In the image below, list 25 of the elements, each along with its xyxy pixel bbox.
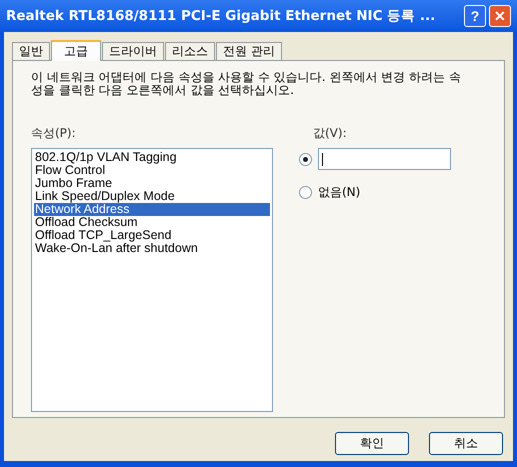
tab[interactable]: 리소스 <box>165 42 215 60</box>
tab[interactable]: 고급 <box>51 40 101 61</box>
property-item[interactable]: Jumbo Frame <box>34 177 270 190</box>
ok-button[interactable]: 확인 <box>335 432 409 455</box>
value-label: 값(V): <box>313 125 348 142</box>
radio-button[interactable] <box>299 152 312 166</box>
tab[interactable]: 전원 관리 <box>216 42 282 60</box>
none-option-label[interactable]: 없음(N) <box>318 184 360 201</box>
value-field[interactable] <box>318 148 451 170</box>
close-button[interactable]: ✕ <box>489 5 511 27</box>
tab[interactable]: 일반 <box>12 42 50 60</box>
property-item[interactable]: 802.1Q/1p VLAN Tagging <box>34 151 270 164</box>
property-label: 속성(P): <box>31 125 77 142</box>
property-item[interactable]: Network Address <box>34 203 270 216</box>
property-item[interactable]: Flow Control <box>34 164 270 177</box>
tab[interactable]: 드라이버 <box>102 42 164 60</box>
property-item[interactable]: Offload Checksum <box>34 216 270 229</box>
property-item[interactable]: Offload TCP_LargeSend <box>34 229 270 242</box>
property-item[interactable]: Link Speed/Duplex Mode <box>34 190 270 203</box>
description-text: 이 네트워크 어댑터에 다음 속성을 사용할 수 있습니다. 왼쪽에서 변경 하려는 속성을 클릭한 다음 오른쪽에서 값을 선택하십시오. <box>31 71 462 97</box>
radio-button[interactable] <box>299 186 312 199</box>
cancel-button[interactable]: 취소 <box>429 432 503 455</box>
property-item[interactable]: Wake-On-Lan after shutdown <box>34 242 270 255</box>
window-title: Realtek RTL8168/8111 PCI-E Gigabit Ethernet NIC 등록 ... <box>6 7 436 25</box>
help-button[interactable]: ? <box>464 5 486 27</box>
